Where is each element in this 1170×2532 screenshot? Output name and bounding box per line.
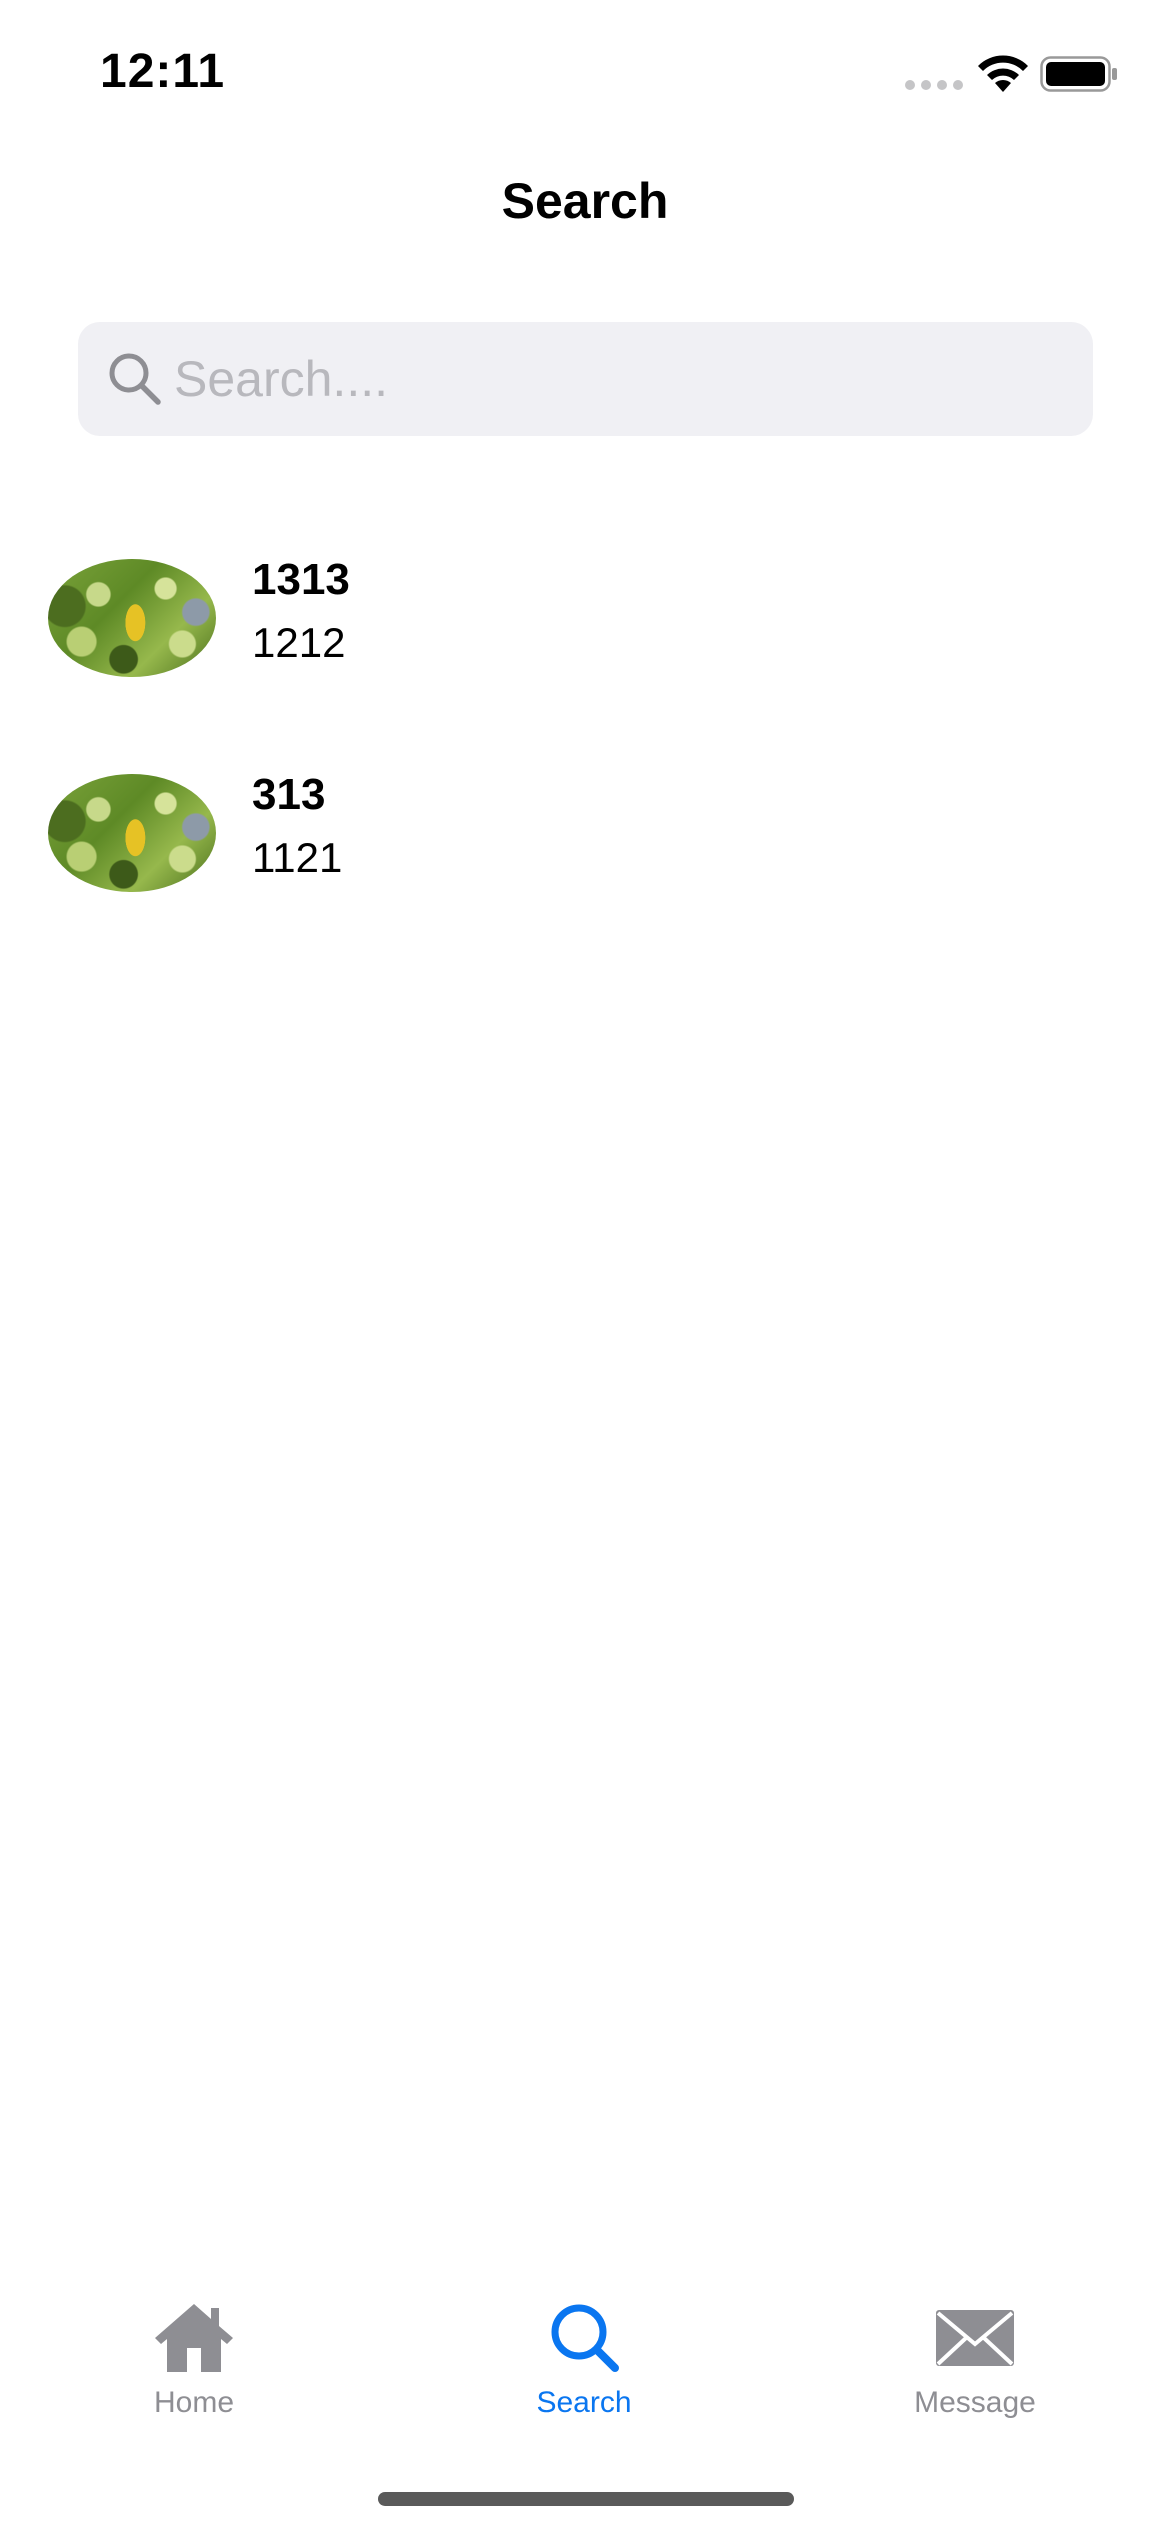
search-bar[interactable] bbox=[78, 322, 1093, 436]
page-title: Search bbox=[501, 173, 669, 229]
list-item-title: 313 bbox=[252, 770, 326, 819]
envelope-icon bbox=[936, 2310, 1014, 2366]
cellular-signal-icon bbox=[905, 80, 963, 90]
magnifying-glass-icon bbox=[551, 2304, 619, 2372]
list-item-subtitle: 1212 bbox=[252, 619, 346, 666]
home-indicator bbox=[378, 2492, 794, 2506]
wifi-icon bbox=[978, 55, 1028, 92]
list-item[interactable]: 313 1121 bbox=[0, 770, 1170, 900]
list-item-title: 1313 bbox=[252, 555, 350, 604]
tab-message[interactable]: Message bbox=[845, 2280, 1105, 2440]
tab-home[interactable]: Home bbox=[64, 2280, 324, 2440]
house-icon bbox=[155, 2304, 233, 2372]
list-item[interactable]: 1313 1212 bbox=[0, 555, 1170, 685]
list-item-subtitle: 1121 bbox=[252, 834, 343, 881]
status-time: 12:11 bbox=[100, 45, 226, 98]
search-screen: 12:11 Search 1313 1212 313 1121 bbox=[0, 0, 1170, 2532]
search-icon bbox=[109, 353, 161, 405]
battery-icon bbox=[1040, 56, 1117, 92]
tab-search[interactable]: Search bbox=[454, 2280, 714, 2440]
status-bar: 12:11 bbox=[0, 0, 1170, 140]
tab-bar: Home Search Message bbox=[0, 2280, 1170, 2440]
tab-message-label: Message bbox=[914, 2386, 1036, 2419]
avatar bbox=[48, 774, 216, 892]
tab-home-label: Home bbox=[153, 2386, 235, 2419]
avatar bbox=[48, 559, 216, 677]
tab-search-label: Search bbox=[536, 2386, 632, 2419]
search-input[interactable] bbox=[174, 336, 1054, 422]
